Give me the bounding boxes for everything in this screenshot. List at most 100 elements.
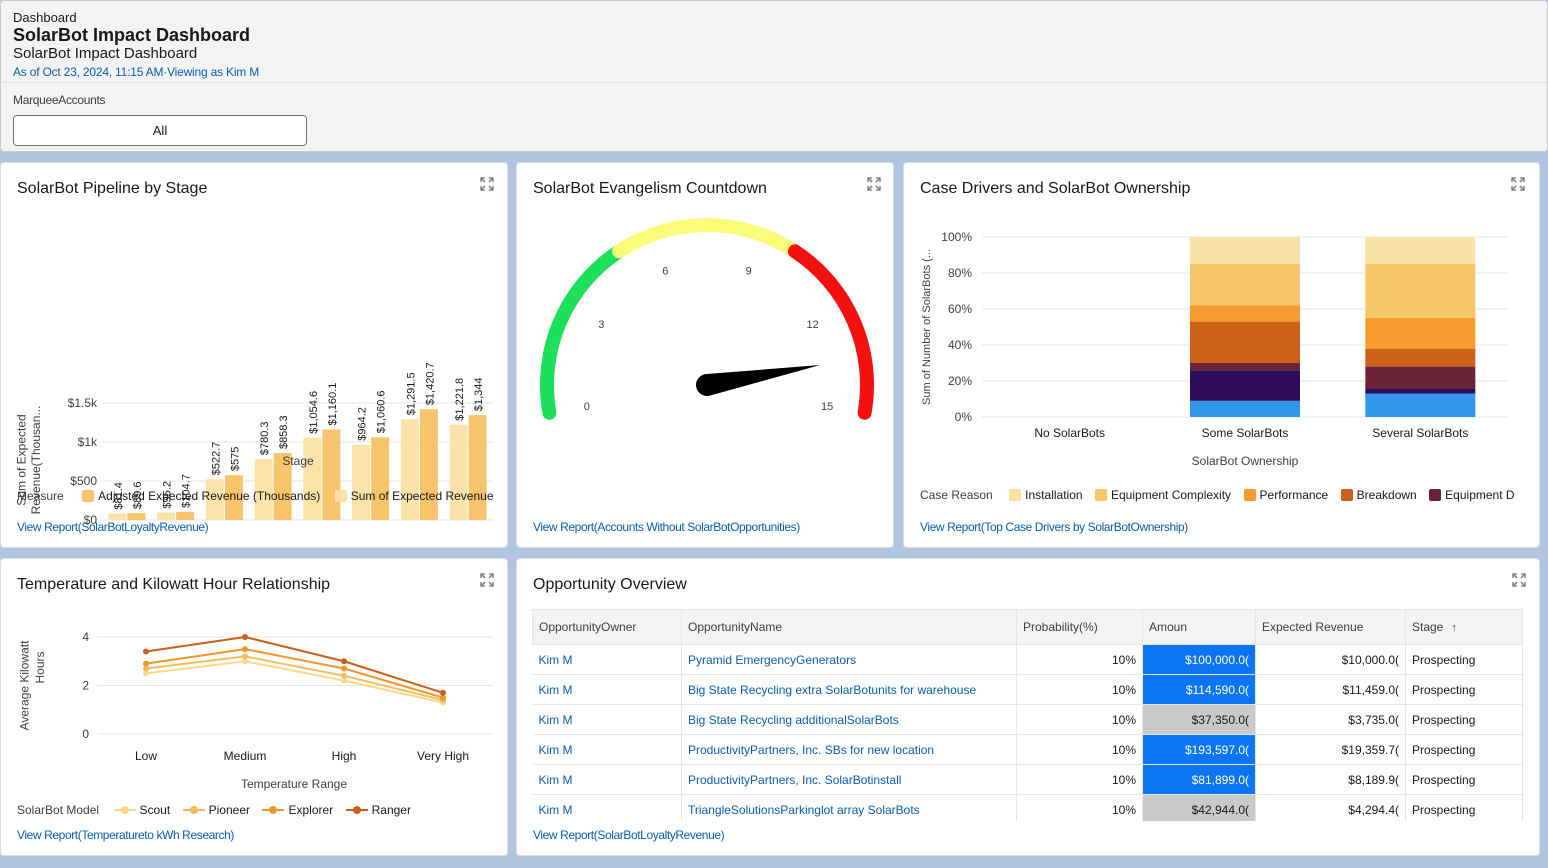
legend-item: Breakdown: [1340, 488, 1417, 502]
table-header-row: OpportunityOwner OpportunityName Probabi…: [532, 609, 1523, 645]
opportunity-name-link[interactable]: Pyramid EmergencyGenerators: [688, 653, 856, 667]
column-header-owner[interactable]: OpportunityOwner: [532, 609, 682, 645]
owner-link[interactable]: Kim M: [539, 683, 573, 697]
owner-link[interactable]: Kim M: [539, 803, 573, 817]
view-report-link[interactable]: View Report(Accounts Without SolarBotOpp…: [533, 520, 800, 534]
bar[interactable]: [449, 424, 468, 520]
column-header-expected-revenue[interactable]: Expected Revenue: [1255, 609, 1406, 645]
expand-icon[interactable]: [480, 177, 494, 191]
opportunity-name-link[interactable]: ProductivityPartners, Inc. SolarBotinsta…: [688, 773, 901, 787]
owner-link[interactable]: Kim M: [539, 713, 573, 727]
stacked-bar-segment[interactable]: [1190, 264, 1300, 306]
stacked-bar-segment[interactable]: [1365, 348, 1476, 367]
breadcrumb: Dashboard: [13, 10, 77, 25]
amount-cell: $193,597.0(: [1142, 734, 1256, 765]
opportunity-table-viewport[interactable]: OpportunityOwner OpportunityName Probabi…: [517, 559, 1539, 821]
bar[interactable]: [322, 429, 341, 520]
legend-title: Measure: [17, 489, 64, 503]
y-tick-label: 0: [82, 727, 89, 741]
gauge-tick-label: 3: [598, 319, 604, 331]
view-report-link[interactable]: View Report(Temperatureto kWh Research): [17, 828, 234, 842]
stacked-bar-segment[interactable]: [1190, 237, 1300, 264]
legend-item: Equipment Complexity: [1095, 488, 1231, 502]
data-point[interactable]: [242, 646, 248, 653]
amount-cell: $37,350.0(: [1142, 704, 1256, 735]
stacked-bar-segment[interactable]: [1190, 305, 1300, 322]
opportunity-name-link[interactable]: TriangleSolutionsParkinglot array SolarB…: [688, 803, 920, 817]
opportunity-name-link[interactable]: Big State Recycling additionalSolarBots: [688, 713, 899, 727]
expected-revenue-cell: $4,294.4(: [1255, 794, 1406, 821]
stacked-bar-segment[interactable]: [1365, 318, 1476, 349]
legend-item-label: Installation: [1025, 488, 1083, 502]
y-axis-label: Sum of Number of SolarBots (...: [921, 249, 933, 405]
opportunity-card: Opportunity Overview OpportunityOwner Op…: [516, 558, 1540, 856]
expand-icon[interactable]: [1511, 177, 1525, 191]
bar-data-label: $1,420.7: [424, 362, 436, 405]
stage-cell: Prospecting: [1405, 764, 1523, 795]
temperature-chart: 0 2 4 Average Kilowatt Hours Low Medium High Ver…: [18, 630, 493, 791]
page-title: SolarBot Impact Dashboard: [13, 25, 251, 45]
legend-item: Equipment D: [1429, 488, 1515, 502]
x-tick-label: High: [332, 749, 357, 763]
bar[interactable]: [352, 444, 371, 520]
bar[interactable]: [157, 512, 176, 520]
data-point[interactable]: [242, 653, 248, 660]
data-point[interactable]: [341, 658, 347, 665]
column-header-probability[interactable]: Probability(%): [1016, 609, 1143, 645]
probability-cell: 10%: [1016, 704, 1143, 735]
data-point[interactable]: [341, 672, 347, 679]
stacked-bar-segment[interactable]: [1190, 400, 1300, 417]
opportunity-name-link[interactable]: Big State Recycling extra SolarBotunits …: [688, 683, 976, 697]
view-report-link[interactable]: View Report(SolarBotLoyaltyRevenue): [533, 828, 725, 842]
data-point[interactable]: [242, 634, 248, 640]
bar[interactable]: [176, 511, 195, 520]
temperature-legend: SolarBot Model Scout Pioneer Explorer Ra…: [17, 801, 411, 819]
stacked-bar-segment[interactable]: [1365, 388, 1476, 394]
view-report-link[interactable]: View Report(SolarBotLoyaltyRevenue): [17, 520, 209, 534]
sort-ascending-icon: ↑: [1451, 622, 1457, 634]
stacked-bar-segment[interactable]: [1190, 363, 1300, 371]
table-row: Kim M Big State Recycling extra SolarBotu…: [532, 674, 1523, 705]
stacked-bar-segment[interactable]: [1365, 366, 1476, 389]
column-header-name[interactable]: OpportunityName: [681, 609, 1017, 645]
bar[interactable]: [371, 437, 390, 520]
column-header-stage-label: Stage: [1412, 620, 1444, 634]
data-point[interactable]: [143, 660, 149, 667]
owner-link[interactable]: Kim M: [539, 743, 573, 757]
opportunity-name-link[interactable]: ProductivityPartners, Inc. SBs for new l…: [688, 743, 934, 757]
amount-cell: $114,590.0(: [1142, 674, 1256, 705]
stacked-bar-segment[interactable]: [1190, 321, 1300, 363]
stacked-bar-segment[interactable]: [1190, 370, 1300, 401]
stacked-bar-segment[interactable]: [1365, 237, 1476, 264]
bar[interactable]: [303, 437, 322, 520]
view-report-link[interactable]: View Report(Top Case Drivers by SolarBot…: [920, 520, 1188, 534]
countdown-card: SolarBot Evangelism Countdown 0 3 6 9 12 15 V…: [516, 162, 894, 548]
owner-link[interactable]: Kim M: [539, 653, 573, 667]
legend-item: Ranger: [345, 803, 411, 817]
y-tick-label: $1k: [78, 435, 98, 449]
gauge-tick-label: 6: [662, 265, 668, 277]
owner-cell: Kim M: [532, 674, 682, 705]
amount-cell: $42,944.0(: [1142, 794, 1256, 821]
stacked-bar-segment[interactable]: [1365, 264, 1476, 318]
expand-icon[interactable]: [480, 573, 494, 587]
opportunity-name-cell: ProductivityPartners, Inc. SolarBotinsta…: [681, 764, 1017, 795]
x-axis-label: Temperature Range: [241, 777, 347, 791]
legend-swatch: [334, 490, 347, 502]
data-point[interactable]: [440, 689, 446, 696]
pipeline-title: SolarBot Pipeline by Stage: [17, 180, 208, 197]
expected-revenue-cell: $11,459.0(: [1255, 674, 1406, 705]
marquee-accounts-filter-button[interactable]: All: [13, 115, 307, 146]
column-header-stage[interactable]: Stage ↑: [1405, 609, 1523, 645]
stacked-bar-segment[interactable]: [1365, 393, 1476, 417]
legend-swatch: [1340, 489, 1353, 501]
data-point[interactable]: [143, 648, 149, 655]
bar[interactable]: [127, 513, 146, 520]
y-axis-label: Average Kilowatt Hours: [18, 640, 48, 730]
gauge-needle: [696, 365, 821, 396]
expand-icon[interactable]: [867, 177, 881, 191]
owner-link[interactable]: Kim M: [539, 773, 573, 787]
data-point[interactable]: [341, 665, 347, 672]
pipeline-card: SolarBot Pipeline by Stage $0 $500 $1k $1.5…: [0, 162, 508, 548]
column-header-amount[interactable]: Amoun: [1142, 609, 1256, 645]
